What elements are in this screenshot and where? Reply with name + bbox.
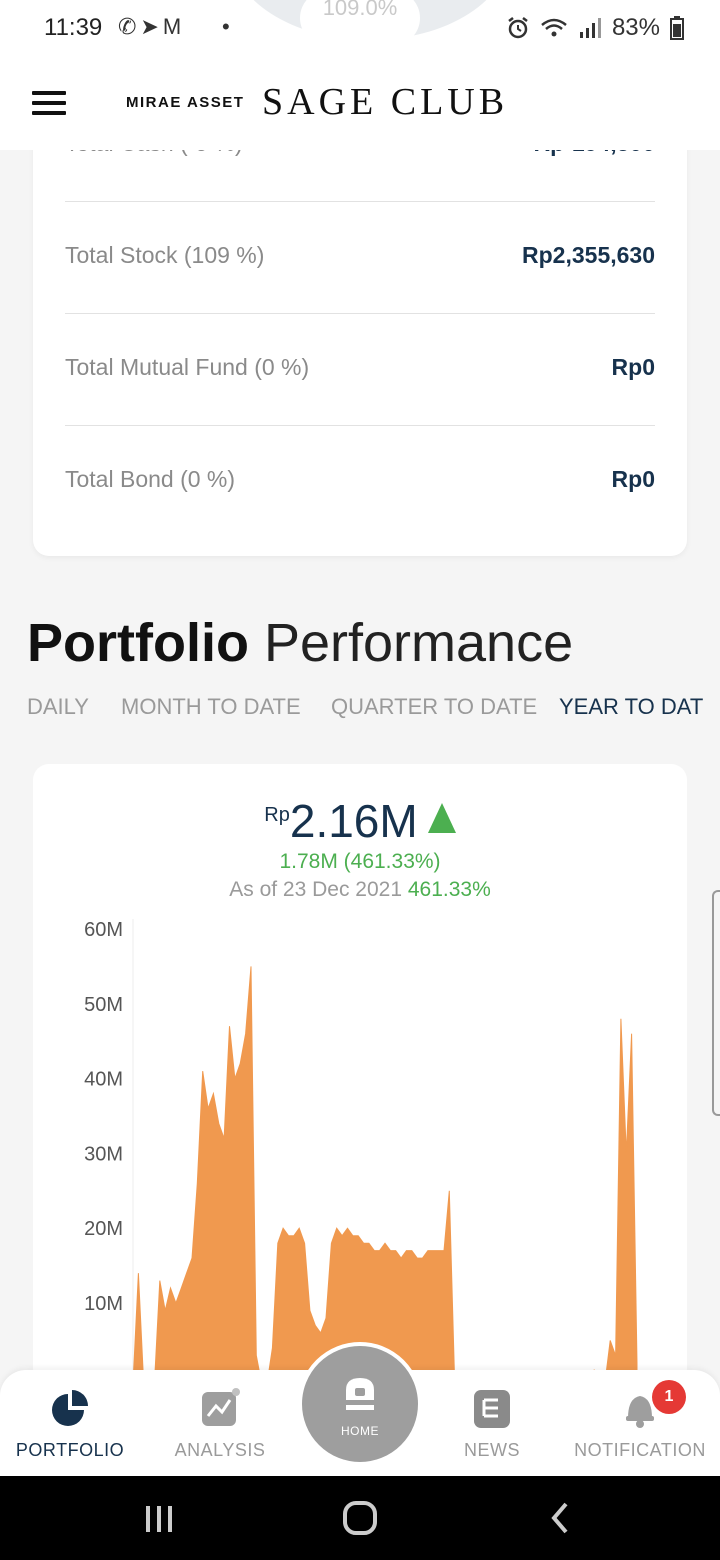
y-tick-label: 40M (84, 1069, 123, 1091)
nav-portfolio[interactable]: PORTFOLIO (0, 1370, 140, 1476)
menu-icon[interactable] (32, 91, 66, 115)
side-drawer-handle[interactable] (712, 890, 720, 1116)
holding-value: Rp0 (611, 466, 655, 492)
news-icon (474, 1390, 510, 1428)
holding-row: Total Bond (0 %) Rp0 (65, 426, 655, 538)
holding-value: Rp2,355,630 (522, 242, 655, 268)
status-right-group: 83% (506, 14, 684, 42)
y-tick-label: 60M (84, 919, 123, 941)
notification-app-icons: ✆➤M (118, 14, 186, 39)
nav-analysis[interactable]: ANALYSIS (150, 1370, 290, 1476)
tab-month-to-date[interactable]: MONTH TO DATE (121, 694, 301, 720)
notification-count-badge: 1 (652, 1380, 686, 1414)
y-tick-label: 30M (84, 1143, 123, 1165)
nav-label-notification: NOTIFICATION (574, 1440, 706, 1460)
brand-sage-club: SAGE CLUB (262, 81, 509, 123)
tab-year-to-date[interactable]: YEAR TO DAT (559, 694, 703, 720)
holding-value: Rp0 (611, 354, 655, 380)
holding-row: Total Mutual Fund (0 %) Rp0 (65, 314, 655, 426)
holding-label: Total Stock (109 %) (65, 242, 265, 268)
floating-percent-text: 109.0% (322, 0, 398, 20)
back-icon[interactable] (546, 1496, 576, 1540)
portfolio-value-amount: 2.16M (289, 795, 418, 847)
nav-label-portfolio: PORTFOLIO (15, 1440, 125, 1460)
nav-label-news: NEWS (464, 1440, 520, 1460)
signal-icon (579, 18, 601, 38)
performance-chart[interactable]: 60M 50M 40M 30M 20M 10M (33, 904, 687, 1384)
series-area (132, 966, 638, 1384)
tab-quarter-to-date[interactable]: QUARTER TO DATE (331, 694, 537, 720)
section-title-light: Performance (263, 613, 574, 673)
status-dot: • (222, 14, 230, 39)
system-nav-bar (0, 1476, 720, 1560)
y-tick-label: 50M (84, 994, 123, 1016)
home-button[interactable]: HOME (298, 1342, 422, 1466)
holding-label: Total Mutual Fund (0 %) (65, 354, 310, 380)
status-time: 11:39 (44, 14, 103, 41)
holding-row: Total Stock (109 %) Rp2,355,630 (65, 202, 655, 314)
section-title: Portfolio Performance (27, 612, 573, 674)
wifi-icon (541, 18, 567, 37)
tab-daily[interactable]: DAILY (27, 694, 89, 720)
section-title-bold: Portfolio (27, 613, 249, 673)
nav-news[interactable]: NEWS (422, 1370, 562, 1476)
home-icon (346, 1378, 374, 1410)
floating-percent-pill: 109.0% (300, 0, 420, 46)
battery-percent: 83% (611, 14, 660, 41)
portfolio-value: Rp2.16M (33, 794, 687, 848)
recent-apps-icon[interactable] (142, 1496, 178, 1540)
as-of-percent: 461.33% (407, 878, 491, 901)
pie-chart-icon (52, 1390, 88, 1426)
up-arrow-icon (427, 803, 456, 833)
home-system-icon[interactable] (340, 1496, 380, 1540)
portfolio-change: 1.78M (461.33%) (279, 850, 441, 873)
home-label: HOME (341, 1424, 379, 1438)
battery-icon (670, 16, 684, 40)
period-tabs: DAILY MONTH TO DATE QUARTER TO DATE YEAR… (27, 694, 720, 734)
y-tick-label: 10M (84, 1293, 123, 1315)
as-of-date: As of 23 Dec 2021 (229, 878, 403, 901)
nav-label-analysis: ANALYSIS (174, 1440, 266, 1460)
y-tick-label: 20M (84, 1218, 123, 1240)
app-header: MIRAE ASSET SAGE CLUB (0, 56, 720, 150)
nav-notification[interactable]: 1 NOTIFICATION (570, 1370, 710, 1476)
performance-card: Rp2.16M 1.78M (461.33%) As of 23 Dec 202… (33, 764, 687, 1384)
brand-mirae-asset: MIRAE ASSET (126, 94, 245, 111)
performance-summary: Rp2.16M 1.78M (461.33%) As of 23 Dec 202… (33, 794, 687, 902)
currency-label: Rp (264, 804, 290, 826)
as-of-line: As of 23 Dec 2021 461.33% (33, 878, 687, 902)
holding-label: Total Bond (0 %) (65, 466, 236, 492)
alarm-icon (508, 17, 528, 39)
holdings-card: Total Cash (-9 %) Rp-194,500 Total Stock… (33, 100, 687, 556)
trend-chart-icon (202, 1388, 240, 1426)
